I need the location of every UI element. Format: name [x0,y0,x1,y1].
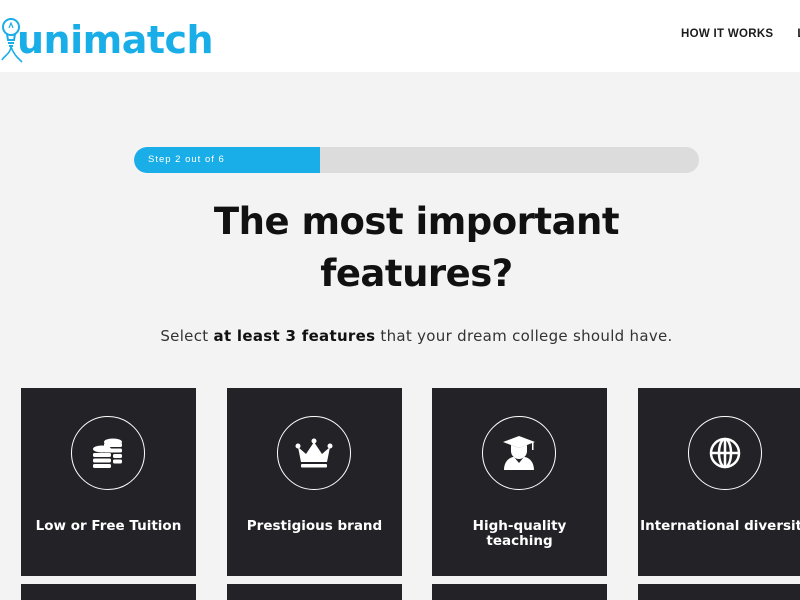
feature-card-row2-3[interactable] [432,584,607,600]
feature-card-row2-1[interactable] [21,584,196,600]
feature-label: Low or Free Tuition [35,518,182,534]
subtitle-text: Select [160,327,214,345]
nav-how-it-works[interactable]: HOW IT WORKS [681,28,773,40]
subtitle-text-end: that your dream college should have. [375,327,673,345]
subtitle-emphasis: at least 3 features [213,327,376,345]
top-nav: HOW IT WORKS LO [681,28,800,40]
feature-card-row2-4[interactable] [638,584,800,600]
logo-text: unimatch [17,18,214,62]
feature-label: International diversity [640,518,800,534]
globe-icon [688,416,762,490]
step-progress-bar: Step 2 out of 6 [134,147,699,173]
feature-card-low-tuition[interactable]: Low or Free Tuition [21,388,196,576]
feature-label: Prestigious brand [246,518,383,534]
progress-label: Step 2 out of 6 [148,154,225,165]
feature-card-international-diversity[interactable]: International diversity [638,388,800,576]
page-title: The most important features? [0,196,800,300]
title-line-1: The most important [213,200,620,243]
coins-icon [71,416,145,490]
feature-card-row2-2[interactable] [227,584,402,600]
crown-icon [277,416,351,490]
feature-label: High-quality teaching [472,518,567,549]
feature-card-prestigious-brand[interactable]: Prestigious brand [227,388,402,576]
graduate-icon [482,416,556,490]
site-header: unimatch HOW IT WORKS LO [0,0,800,72]
title-line-2: features? [320,252,513,295]
feature-card-high-quality-teaching[interactable]: High-quality teaching [432,388,607,576]
page-subtitle: Select at least 3 features that your dre… [0,326,800,346]
